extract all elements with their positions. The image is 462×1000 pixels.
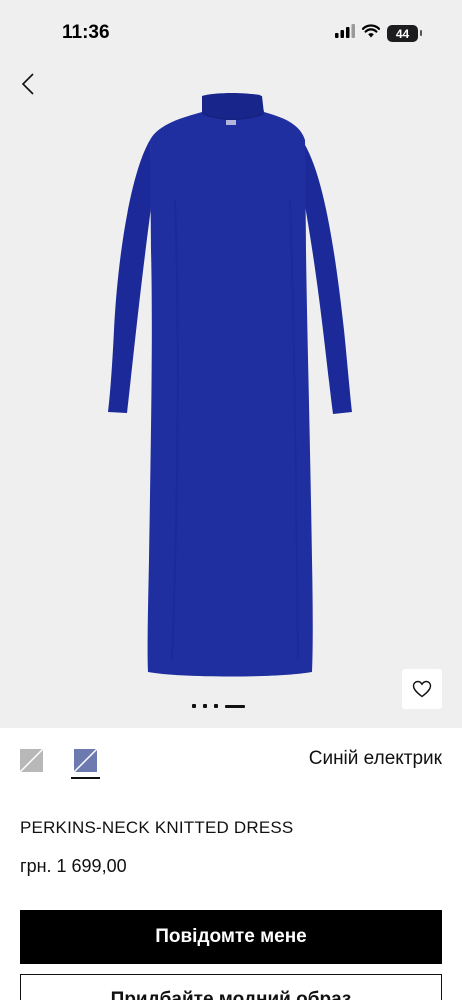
color-swatch-grey[interactable]	[19, 748, 44, 773]
wishlist-button[interactable]	[402, 669, 442, 709]
color-selector: Синій електрик	[0, 740, 462, 782]
heart-icon	[412, 680, 432, 698]
status-bar: 11:36 44	[0, 0, 462, 60]
wifi-icon	[361, 24, 381, 43]
color-swatch-electric-blue[interactable]	[71, 748, 100, 779]
product-image	[108, 93, 352, 677]
shop-the-look-button[interactable]: Придбайте модний образ	[20, 974, 442, 1000]
product-title: PERKINS-NECK KNITTED DRESS	[20, 818, 294, 837]
pager-dot[interactable]	[214, 704, 218, 708]
cellular-signal-icon	[335, 24, 355, 43]
product-gallery[interactable]: 11:36 44	[0, 0, 462, 728]
status-icons: 44	[335, 24, 422, 43]
gallery-pager[interactable]	[192, 704, 245, 708]
pager-dot-active[interactable]	[225, 704, 245, 708]
notify-me-button[interactable]: Повідомте мене	[20, 910, 442, 964]
status-time: 11:36	[62, 22, 110, 43]
battery-icon: 44	[387, 25, 422, 42]
pager-dot[interactable]	[203, 704, 207, 708]
selected-color-name: Синій електрик	[308, 748, 442, 769]
pager-dot[interactable]	[192, 704, 196, 708]
product-price: грн. 1 699,00	[20, 856, 127, 876]
battery-level: 44	[395, 26, 410, 41]
